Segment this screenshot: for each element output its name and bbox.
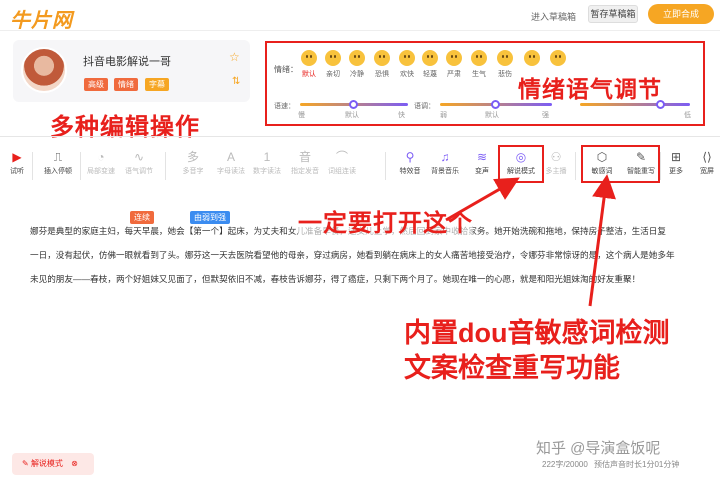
paragraph-line[interactable]: 未见的朋友——春枝，两个好姐妹又见面了，但默契依旧不减，春枝告诉娜芬，得了癌症，… xyxy=(30,273,690,285)
enter-draft-link[interactable]: 进入草稿箱 xyxy=(531,10,576,23)
speed-tick-min: 慢 xyxy=(298,112,305,119)
star-icon[interactable]: ☆ xyxy=(229,50,240,64)
tag-subtitle: 字幕 xyxy=(145,78,169,91)
intonation-tick-min: 弱 xyxy=(440,112,447,119)
toolbar-button-pause-insert[interactable]: ⎍ 插入停顿 xyxy=(36,150,80,176)
emoji-face-icon xyxy=(325,50,341,66)
toolbar-divider xyxy=(660,152,661,180)
emotion-label: 情绪： xyxy=(274,65,298,74)
emotion-option-label: 轻蔑 xyxy=(423,71,437,78)
toolbar-button-label: 插入停顿 xyxy=(44,168,72,175)
header-divider xyxy=(0,30,720,31)
annotation-must-open: 一定要打开这个 xyxy=(298,203,473,238)
speed-tick-default: 默认 xyxy=(345,112,359,119)
emotion-option-label: 冷静 xyxy=(350,71,364,78)
emotion-option[interactable]: 轻蔑 xyxy=(420,50,440,79)
intonation-tick-max: 强 xyxy=(542,112,549,119)
char-count: 222字/20000 xyxy=(542,460,588,469)
annotation-sensitive-2: 文案检查重写功能 xyxy=(404,353,620,383)
emotion-option[interactable]: 亲切 xyxy=(323,50,343,79)
emoji-face-icon xyxy=(446,50,462,66)
save-draft-button[interactable]: 暂存草稿箱 xyxy=(588,5,638,23)
toolbar-button-label: 词组连读 xyxy=(328,168,356,175)
third-tick-max: 低 xyxy=(684,112,691,119)
toolbar-button-widescreen[interactable]: ⟨⟩ 宽屏 xyxy=(690,150,720,176)
narration-mode-highlight xyxy=(498,145,544,183)
watermark: 知乎 @导演盒饭呢 xyxy=(536,440,661,457)
duration-estimate: 预估声音时长1分01分钟 xyxy=(594,460,680,469)
intonation-tick-default: 默认 xyxy=(485,112,499,119)
chip-weak-to-strong[interactable]: 由弱到强 xyxy=(190,211,230,224)
annotation-sensitive-1: 内置dou音敏感词检测 xyxy=(404,318,670,348)
emoji-face-icon xyxy=(550,50,566,66)
emotion-option[interactable]: 悲伤 xyxy=(495,50,515,79)
sort-icon[interactable]: ⇅ xyxy=(232,76,240,87)
chip-continuous[interactable]: 连续 xyxy=(130,211,154,224)
emotion-option-label: 默认 xyxy=(302,71,316,78)
emotion-option-label: 恐惧 xyxy=(375,71,389,78)
phrase-icon: ⌒ xyxy=(335,150,348,164)
site-logo[interactable]: 牛片网 xyxy=(10,4,73,33)
toolbar-divider xyxy=(80,152,81,180)
widescreen-icon: ⟨⟩ xyxy=(702,150,712,164)
emoji-face-icon xyxy=(301,50,317,66)
emoji-face-icon xyxy=(471,50,487,66)
emotion-option-label: 亲切 xyxy=(326,71,340,78)
toolbar-divider xyxy=(165,152,166,180)
emotion-option[interactable]: 恐惧 xyxy=(372,50,392,79)
arrow-to-sensitive xyxy=(588,174,616,307)
emotion-option[interactable]: 冷静 xyxy=(347,50,367,79)
emotion-option[interactable]: 默认 xyxy=(299,50,319,79)
editor-window: { "header":{"logo":"牛片网","enter_draft":"… xyxy=(0,0,720,483)
sensitive-tools-highlight xyxy=(581,145,660,183)
toolbar-button-tone[interactable]: ∿ 语气调节 xyxy=(117,150,161,176)
emotion-option[interactable]: 欢快 xyxy=(397,50,417,79)
pause-insert-icon: ⎍ xyxy=(53,150,63,164)
narration-mode-pill[interactable]: ✎ 解说模式 ⊗ xyxy=(12,453,94,475)
toolbar-button-play[interactable]: ▶ 试听 xyxy=(0,150,39,176)
annotation-emotion-tone: 情绪语气调节 xyxy=(518,76,662,102)
speed-tick-max: 快 xyxy=(398,112,405,119)
toolbar-button-more[interactable]: ⊞ 更多 xyxy=(659,150,693,176)
intonation-slider-knob[interactable] xyxy=(491,100,500,109)
emoji-face-icon xyxy=(374,50,390,66)
toolbar-divider xyxy=(385,152,386,180)
emotion-option[interactable] xyxy=(548,50,568,69)
toolbar-button-label: 宽屏 xyxy=(700,168,714,175)
emoji-face-icon xyxy=(399,50,415,66)
speed-label: 语速： xyxy=(274,103,295,110)
synthesize-button[interactable]: 立即合成 xyxy=(648,4,714,24)
intonation-label: 语调： xyxy=(414,103,435,110)
emotion-option-label: 欢快 xyxy=(400,71,414,78)
emotion-option-label: 生气 xyxy=(472,71,486,78)
emotion-option-label: 悲伤 xyxy=(498,71,512,78)
emotion-option-label: 严肃 xyxy=(447,71,461,78)
voice-name: 抖音电影解说一哥 xyxy=(83,56,171,68)
more-icon: ⊞ xyxy=(670,150,682,164)
narration-mode-pill-label: 解说模式 xyxy=(30,459,63,468)
tone-icon: ∿ xyxy=(133,150,145,164)
toolbar-button-label: 语气调节 xyxy=(125,168,153,175)
toolbar-divider xyxy=(32,152,33,180)
toolbar-button-label: 试听 xyxy=(10,168,24,175)
emoji-face-icon xyxy=(349,50,365,66)
speed-slider-knob[interactable] xyxy=(349,100,358,109)
emoji-face-icon xyxy=(524,50,540,66)
toolbar-top-divider xyxy=(0,136,720,137)
emotion-option[interactable]: 严肃 xyxy=(444,50,464,79)
emoji-face-icon xyxy=(422,50,438,66)
tag-advanced: 高级 xyxy=(84,78,108,91)
close-icon[interactable]: ⊗ xyxy=(71,459,78,468)
paragraph-line[interactable]: 一日，没有起伏，仿佛一眼就看到了头。娜芬这一天去医院看望他的母亲，穿过病房，她看… xyxy=(30,249,690,261)
toolbar-button-label: 更多 xyxy=(669,168,683,175)
toolbar-button-phrase[interactable]: ⌒ 词组连读 xyxy=(320,150,364,176)
avatar xyxy=(21,47,67,93)
emotion-option[interactable]: 生气 xyxy=(469,50,489,79)
emotion-option[interactable] xyxy=(522,50,542,69)
play-icon: ▶ xyxy=(12,150,22,164)
toolbar-divider xyxy=(575,152,576,180)
emoji-face-icon xyxy=(497,50,513,66)
tag-emotion: 情绪 xyxy=(114,78,138,91)
